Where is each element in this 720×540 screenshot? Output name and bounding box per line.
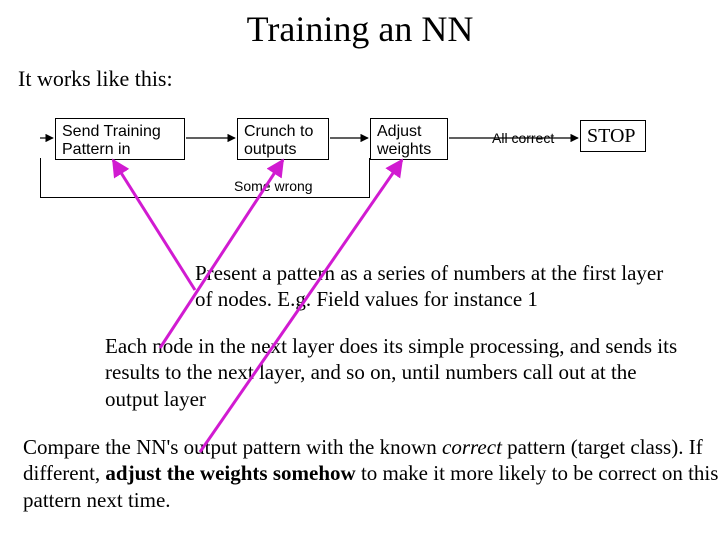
flow-box-crunch: Crunch to outputs xyxy=(237,118,329,160)
paragraph-3: Compare the NN's output pattern with the… xyxy=(23,434,720,513)
flow-box-send: Send Training Pattern in xyxy=(55,118,185,160)
flow-diagram: Send Training Pattern in Crunch to outpu… xyxy=(0,116,720,206)
intro-line: It works like this: xyxy=(18,66,173,92)
feedback-loop-frame xyxy=(40,158,370,198)
flow-box-stop: STOP xyxy=(580,120,646,152)
paragraph-1: Present a pattern as a series of numbers… xyxy=(195,260,675,313)
flow-label-allcorrect: All correct xyxy=(492,130,554,146)
para3-italic-correct: correct xyxy=(442,435,502,459)
page-title: Training an NN xyxy=(0,8,720,50)
flow-label-somewrong: Some wrong xyxy=(234,178,313,194)
para3-part-a: Compare the NN's output pattern with the… xyxy=(23,435,442,459)
flow-box-adjust: Adjust weights xyxy=(370,118,448,160)
para3-bold-adjust: adjust the weights somehow xyxy=(105,461,355,485)
paragraph-2: Each node in the next layer does its sim… xyxy=(105,333,695,412)
